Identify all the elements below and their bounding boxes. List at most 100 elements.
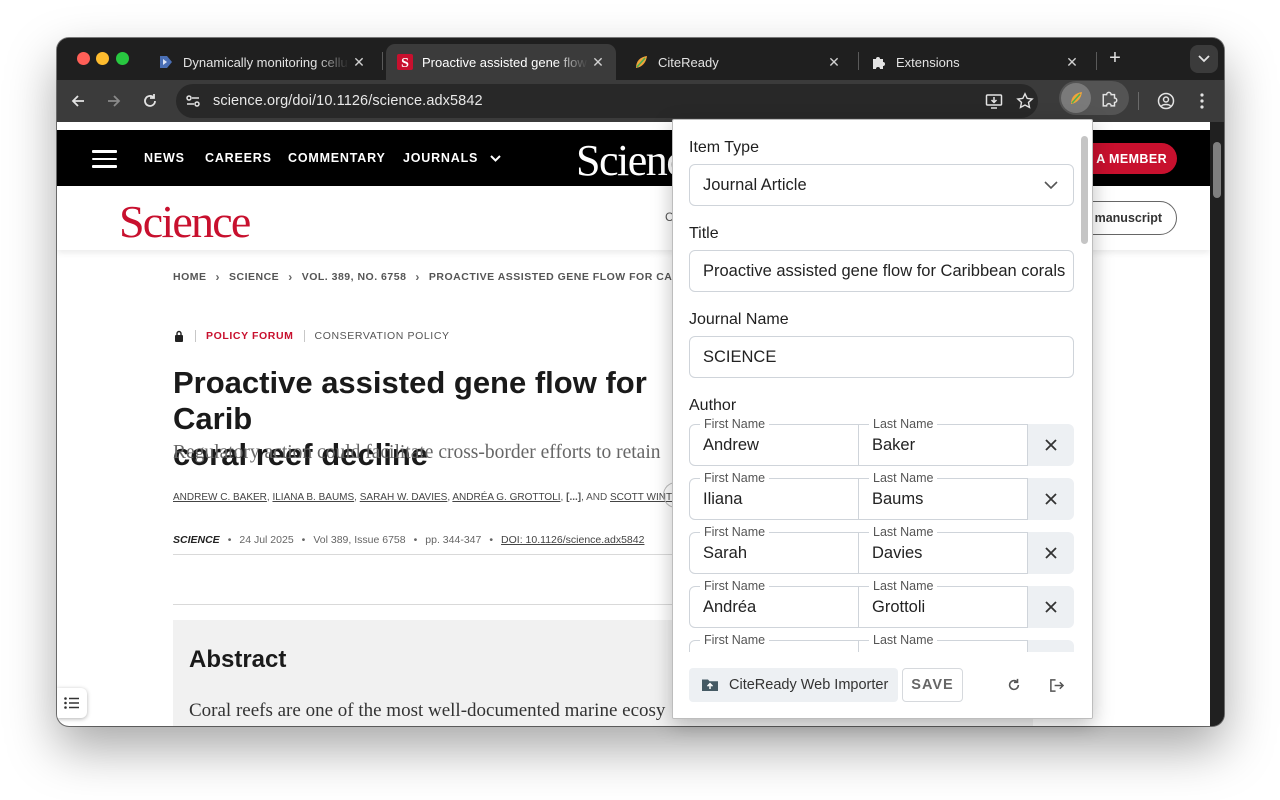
first-name-input[interactable]: First Name Andréa: [689, 579, 859, 628]
article-subtitle: Regulatory action could facilitate cross…: [173, 442, 661, 463]
close-tab-icon[interactable]: ✕: [824, 52, 844, 72]
last-name-input[interactable]: Last Name Baker: [858, 417, 1028, 466]
journal-name-input[interactable]: SCIENCE: [689, 336, 1074, 378]
refresh-icon[interactable]: [1005, 676, 1023, 694]
close-tab-icon[interactable]: ✕: [1062, 52, 1082, 72]
tab-title: CiteReady: [658, 54, 719, 70]
item-type-value: Journal Article: [703, 175, 807, 194]
more-vertical-icon: [1200, 93, 1204, 109]
breadcrumb-volume[interactable]: VOL. 389, NO. 6758: [302, 271, 407, 283]
browser-menu-button[interactable]: [1190, 89, 1214, 113]
author-row: First Name Andrew Last Name Baker: [689, 417, 1074, 466]
citeready-extension-button[interactable]: [1061, 83, 1091, 113]
reload-button[interactable]: [138, 89, 162, 113]
last-name-input[interactable]: Last Name Grottoli: [858, 579, 1028, 628]
remove-author-button[interactable]: [1028, 640, 1074, 652]
journal-name-label: Journal Name: [689, 311, 789, 328]
item-type-select[interactable]: Journal Article: [689, 164, 1074, 206]
close-icon: [1045, 601, 1057, 613]
first-name-legend: First Name: [700, 525, 770, 539]
last-name-input[interactable]: Last Name: [858, 633, 1028, 652]
popup-scrollbar[interactable]: [1081, 136, 1088, 244]
category-label[interactable]: CONSERVATION POLICY: [315, 330, 450, 342]
citeready-leaf-icon: [1071, 92, 1082, 104]
last-name-value: Grottoli: [872, 597, 926, 616]
divider: [173, 604, 673, 605]
close-tab-icon[interactable]: ✕: [349, 52, 369, 72]
reload-icon: [144, 94, 156, 107]
close-tab-icon[interactable]: ✕: [588, 52, 608, 72]
tab-title: Proactive assisted gene flow f: [422, 54, 588, 70]
profile-button[interactable]: [1154, 89, 1178, 113]
site-info-icon[interactable]: [184, 92, 202, 110]
first-name-input[interactable]: First Name Iliana: [689, 471, 859, 520]
tab-proactive-gene-flow[interactable]: S Proactive assisted gene flow f ✕: [386, 44, 616, 80]
breadcrumb-science[interactable]: SCIENCE: [229, 271, 279, 283]
author-list: ANDREW C. BAKER, ILIANA B. BAUMS, SARAH …: [173, 492, 693, 503]
install-app-icon[interactable]: [985, 92, 1003, 115]
title-input[interactable]: Proactive assisted gene flow for Caribbe…: [689, 250, 1074, 292]
author-link[interactable]: ILIANA B. BAUMS: [272, 492, 354, 503]
first-name-value: Iliana: [703, 489, 743, 508]
first-name-input[interactable]: First Name: [689, 633, 859, 652]
extensions-menu-button[interactable]: [1099, 87, 1121, 109]
table-of-contents-button[interactable]: [57, 688, 87, 718]
author-row: First Name Last Name: [689, 633, 1074, 652]
bookmark-star-icon[interactable]: [1016, 92, 1034, 115]
chevron-right-icon: ›: [215, 270, 220, 284]
address-bar[interactable]: science.org/doi/10.1126/science.adx5842: [176, 84, 1038, 118]
close-window-button[interactable]: [77, 52, 90, 65]
breadcrumb-home[interactable]: HOME: [173, 271, 207, 283]
nav-journals-label: JOURNALS: [403, 151, 479, 165]
publication-info: SCIENCE • 24 Jul 2025 • Vol 389, Issue 6…: [173, 534, 645, 546]
back-button[interactable]: [66, 89, 90, 113]
divider: [173, 554, 673, 555]
first-name-legend: First Name: [700, 633, 770, 647]
nav-news[interactable]: NEWS: [144, 151, 185, 165]
extensions-group: [1059, 81, 1129, 115]
author-link[interactable]: ANDREW C. BAKER: [173, 492, 267, 503]
tab-dynamically-monitoring[interactable]: Dynamically monitoring cellul ✕: [147, 44, 377, 80]
new-tab-button[interactable]: +: [1103, 46, 1127, 70]
svg-text:S: S: [401, 56, 409, 70]
nav-commentary[interactable]: COMMENTARY: [288, 151, 386, 165]
first-name-input[interactable]: First Name Andrew: [689, 417, 859, 466]
author-row: First Name Andréa Last Name Grottoli: [689, 579, 1074, 628]
authors-expand[interactable]: [...]: [566, 492, 581, 503]
remove-author-button[interactable]: [1028, 478, 1074, 520]
author-link[interactable]: ANDRÉA G. GROTTOLI: [452, 492, 560, 503]
save-button[interactable]: SAVE: [902, 668, 963, 702]
forward-button[interactable]: [102, 89, 126, 113]
science-logo-red[interactable]: Science: [119, 195, 251, 248]
logout-icon[interactable]: [1047, 676, 1065, 694]
hamburger-menu-icon[interactable]: [92, 150, 117, 168]
minimize-window-button[interactable]: [96, 52, 109, 65]
remove-author-button[interactable]: [1028, 424, 1074, 466]
remove-author-button[interactable]: [1028, 586, 1074, 628]
last-name-input[interactable]: Last Name Baums: [858, 471, 1028, 520]
last-name-input[interactable]: Last Name Davies: [858, 525, 1028, 574]
nav-journals[interactable]: JOURNALS: [403, 151, 502, 165]
last-name-legend: Last Name: [869, 417, 938, 431]
doi-link[interactable]: DOI: 10.1126/science.adx5842: [501, 534, 644, 546]
first-name-input[interactable]: First Name Sarah: [689, 525, 859, 574]
maximize-window-button[interactable]: [116, 52, 129, 65]
web-importer-button[interactable]: CiteReady Web Importer: [689, 668, 898, 702]
science-s-icon: S: [397, 54, 413, 70]
puzzle-icon: [1102, 91, 1118, 107]
page-scrollbar[interactable]: [1210, 122, 1224, 726]
tab-citeready[interactable]: CiteReady ✕: [622, 44, 852, 80]
author-link[interactable]: SARAH W. DAVIES: [360, 492, 448, 503]
remove-author-button[interactable]: [1028, 532, 1074, 574]
article-meta: POLICY FORUM CONSERVATION POLICY: [173, 330, 450, 342]
web-importer-label: CiteReady Web Importer: [729, 677, 889, 693]
tab-extensions[interactable]: Extensions ✕: [860, 44, 1090, 80]
section-label[interactable]: POLICY FORUM: [206, 330, 294, 342]
tab-search-button[interactable]: [1190, 45, 1218, 73]
citeready-leaf-icon: [633, 54, 649, 70]
first-name-legend: First Name: [700, 579, 770, 593]
page-scrollbar-thumb[interactable]: [1213, 142, 1221, 198]
chevron-down-icon: [1044, 181, 1058, 190]
tab-strip: Dynamically monitoring cellul ✕ S Proact…: [57, 38, 1224, 80]
nav-careers[interactable]: CAREERS: [205, 151, 272, 165]
